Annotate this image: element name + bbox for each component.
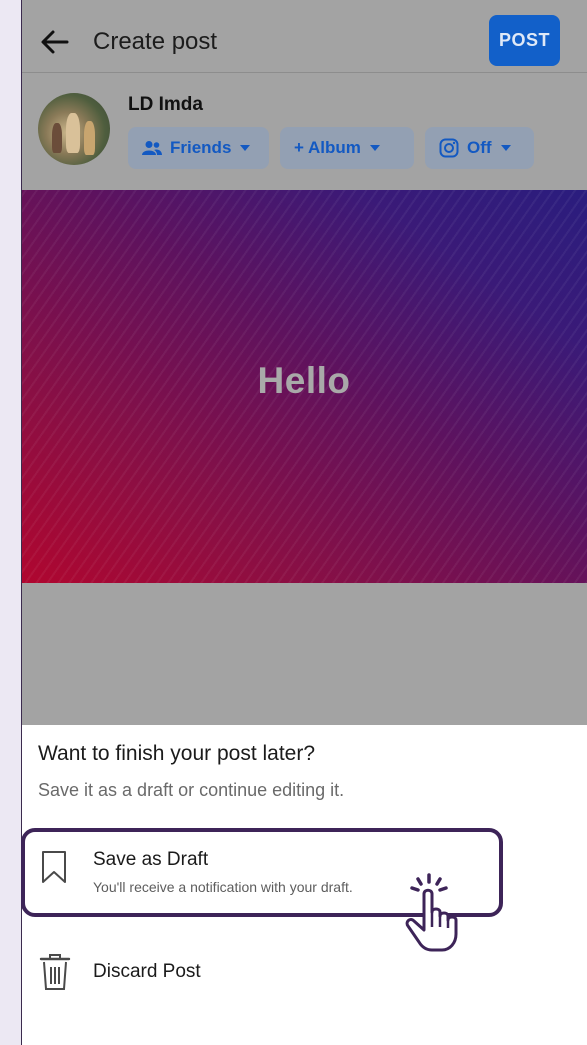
album-label: + Album: [294, 138, 361, 157]
instagram-toggle[interactable]: Off: [425, 127, 534, 169]
audience-selector[interactable]: Friends: [128, 127, 269, 169]
avatar[interactable]: [38, 93, 110, 165]
album-selector[interactable]: + Album: [280, 127, 414, 169]
dimmed-background: Create post POST LD Imda Friends + Album: [21, 0, 587, 725]
sheet-subtitle: Save it as a draft or continue editing i…: [38, 780, 345, 800]
friends-icon: [142, 141, 162, 155]
instagram-icon: [439, 138, 459, 158]
post-text[interactable]: Hello: [21, 360, 587, 402]
caret-down-icon: [500, 145, 511, 151]
audience-label: Friends: [170, 138, 232, 157]
trash-icon: [39, 954, 71, 990]
author-name: LD Imda: [128, 94, 203, 115]
post-button[interactable]: POST: [489, 15, 560, 66]
discard-post-label: Discard Post: [93, 961, 201, 982]
page-title: Create post: [93, 28, 218, 55]
header: Create post POST: [21, 0, 587, 73]
caret-down-icon: [240, 145, 251, 151]
back-arrow-icon[interactable]: [39, 26, 71, 58]
instagram-label: Off: [467, 138, 492, 157]
tap-hand-icon: [405, 873, 458, 952]
discard-post-option[interactable]: Discard Post: [21, 949, 587, 1019]
sheet-title: Want to finish your post later?: [38, 742, 316, 765]
caret-down-icon: [369, 145, 380, 151]
